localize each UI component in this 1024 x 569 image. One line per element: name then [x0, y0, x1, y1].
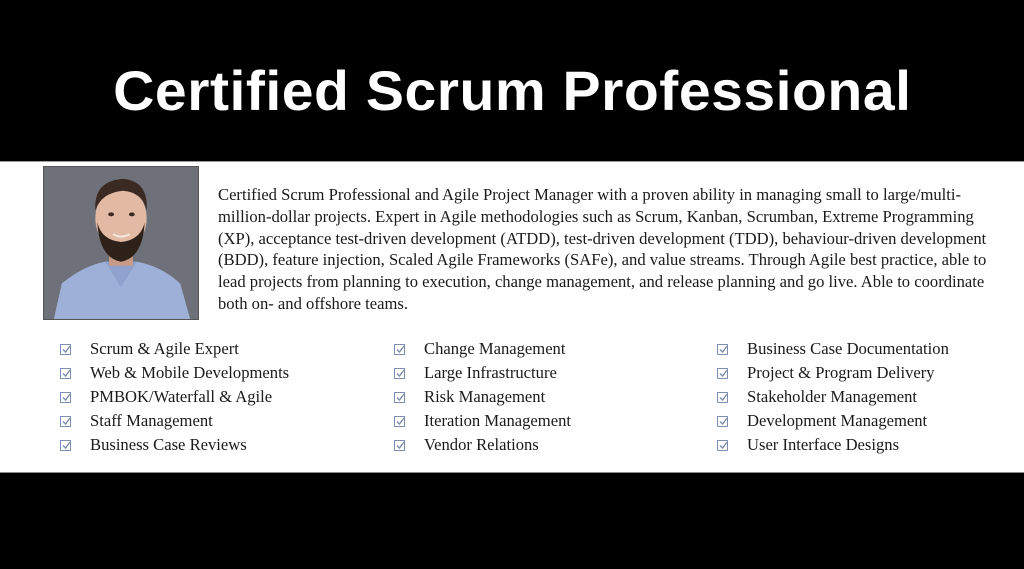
skill-label: Business Case Documentation: [747, 339, 949, 358]
skill-label: PMBOK/Waterfall & Agile: [90, 387, 273, 406]
skill-label: Stakeholder Management: [747, 387, 918, 406]
portrait-image: [44, 167, 198, 319]
checkbox-checked-icon: [60, 391, 71, 403]
skill-item: User Interface Designs: [717, 433, 949, 457]
skill-label: Change Management: [424, 339, 566, 358]
skill-item: Vendor Relations: [394, 433, 571, 457]
profile-summary: Certified Scrum Professional and Agile P…: [218, 185, 987, 313]
skill-label: User Interface Designs: [747, 435, 900, 454]
skill-label: Web & Mobile Developments: [90, 363, 290, 382]
checkbox-checked-icon: [394, 343, 405, 355]
footer-band: [0, 473, 1024, 569]
skill-label: Business Case Reviews: [90, 435, 247, 454]
skill-label: Scrum & Agile Expert: [90, 339, 239, 358]
checkbox-checked-icon: [60, 367, 71, 379]
skill-item: Business Case Reviews: [60, 433, 289, 457]
profile-photo: [43, 166, 199, 320]
skill-label: Project & Program Delivery: [747, 363, 935, 382]
checkbox-checked-icon: [60, 439, 71, 451]
skill-item: Project & Program Delivery: [717, 361, 949, 385]
skill-label: Iteration Management: [424, 411, 571, 430]
profile-card: Certified Scrum Professional and Agile P…: [0, 161, 1024, 473]
skills-list: Scrum & Agile Expert Web & Mobile Develo…: [0, 337, 1024, 462]
checkbox-checked-icon: [717, 415, 728, 427]
skills-column-3: Business Case Documentation Project & Pr…: [717, 337, 949, 457]
skill-item: Scrum & Agile Expert: [60, 337, 289, 361]
skills-column-1: Scrum & Agile Expert Web & Mobile Develo…: [60, 337, 289, 457]
checkbox-checked-icon: [717, 367, 728, 379]
skill-label: Risk Management: [424, 387, 546, 406]
skill-item: Web & Mobile Developments: [60, 361, 289, 385]
skill-item: Business Case Documentation: [717, 337, 949, 361]
checkbox-checked-icon: [717, 391, 728, 403]
skills-column-2: Change Management Large Infrastructure R…: [394, 337, 571, 457]
skill-label: Development Management: [747, 411, 928, 430]
checkbox-checked-icon: [60, 343, 71, 355]
skill-label: Vendor Relations: [424, 435, 539, 454]
skill-item: PMBOK/Waterfall & Agile: [60, 385, 289, 409]
checkbox-checked-icon: [394, 415, 405, 427]
skill-label: Staff Management: [90, 411, 213, 430]
skill-item: Stakeholder Management: [717, 385, 949, 409]
checkbox-checked-icon: [717, 439, 728, 451]
skill-item: Development Management: [717, 409, 949, 433]
skill-item: Large Infrastructure: [394, 361, 571, 385]
skill-item: Risk Management: [394, 385, 571, 409]
skill-item: Change Management: [394, 337, 571, 361]
checkbox-checked-icon: [394, 367, 405, 379]
checkbox-checked-icon: [717, 343, 728, 355]
skill-item: Iteration Management: [394, 409, 571, 433]
checkbox-checked-icon: [394, 439, 405, 451]
checkbox-checked-icon: [60, 415, 71, 427]
skill-item: Staff Management: [60, 409, 289, 433]
skill-label: Large Infrastructure: [424, 363, 557, 382]
header-band: Certified Scrum Professional: [0, 0, 1024, 161]
checkbox-checked-icon: [394, 391, 405, 403]
page-title: Certified Scrum Professional: [112, 59, 912, 122]
